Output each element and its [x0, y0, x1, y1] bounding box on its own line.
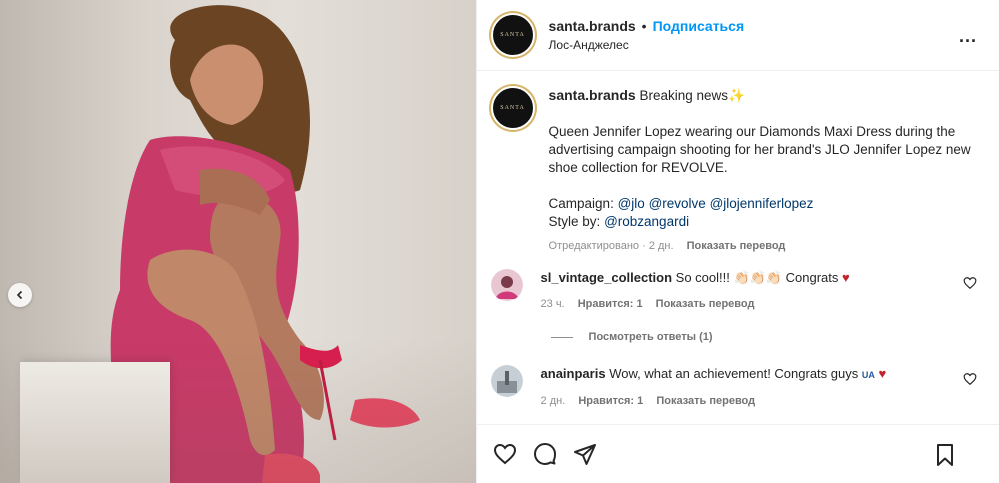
post-side-panel: SANTA santa.brands • Подписаться Лос-Андже…	[475, 0, 999, 483]
heart-emoji-icon: ♥	[878, 366, 887, 381]
comment-meta: 23 ч. Нравится: 1 Показать перевод	[541, 295, 931, 313]
caption-text: Queen Jennifer Lopez wearing our Diamond…	[548, 124, 971, 175]
caption-avatar-logo-text: SANTA	[500, 105, 525, 111]
comment-likes[interactable]: Нравится: 1	[578, 395, 643, 407]
comment-text: So cool!!! 👏🏻👏🏻👏🏻 Congrats	[675, 270, 839, 285]
comment-time: 2 дн.	[540, 395, 566, 407]
post-header: SANTA santa.brands • Подписаться Лос-Андже…	[476, 0, 999, 71]
ua-flag-icon: UA	[861, 370, 875, 380]
comment-translate-button[interactable]: Показать перевод	[656, 298, 755, 310]
heart-icon[interactable]	[493, 442, 517, 466]
replies-divider	[550, 336, 573, 338]
comment-time: 23 ч.	[540, 298, 565, 310]
caption-translate-button[interactable]: Показать перевод	[687, 240, 786, 252]
comment-icon[interactable]	[533, 442, 557, 466]
comment-item: anainparis Wow, what an achievement! Con…	[477, 365, 999, 410]
like-comment-heart-icon[interactable]	[963, 372, 977, 386]
share-icon[interactable]	[573, 442, 597, 466]
comment-username[interactable]: anainparis	[541, 366, 606, 381]
instagram-post: SANTA santa.brands • Подписаться Лос-Андже…	[0, 0, 999, 483]
mention-revolve[interactable]: @revolve	[649, 196, 706, 211]
comment-likes[interactable]: Нравится: 1	[578, 298, 643, 310]
mention-jlo[interactable]: @jlo	[618, 196, 645, 211]
comment-meta: 2 дн. Нравится: 1 Показать перевод	[541, 392, 931, 410]
more-options-button[interactable]: ...	[959, 26, 977, 47]
caption-username[interactable]: santa.brands	[549, 87, 636, 103]
post-photo[interactable]	[0, 0, 476, 483]
follow-button[interactable]: Подписаться	[653, 18, 745, 34]
caption-body: santa.brands Breaking news✨ Queen Jennif…	[549, 86, 979, 255]
comment-translate-button[interactable]: Показать перевод	[656, 395, 755, 407]
caption-avatar[interactable]: SANTA	[490, 86, 535, 130]
comment-item: sl_vintage_collection So cool!!! 👏🏻👏🏻👏🏻 …	[477, 269, 999, 313]
caption-headline: Breaking news	[639, 88, 728, 103]
brand-avatar[interactable]: SANTA	[490, 13, 535, 57]
heart-emoji-icon: ♥	[842, 270, 850, 285]
comment-body: anainparis Wow, what an achievement! Con…	[541, 365, 931, 410]
previous-photo-button[interactable]	[8, 283, 32, 307]
avatar-logo-text: SANTA	[500, 32, 525, 38]
like-comment-heart-icon[interactable]	[963, 276, 977, 290]
location-link[interactable]: Лос-Анджелес	[549, 36, 745, 54]
header-separator: •	[641, 17, 647, 34]
style-label: Style by:	[548, 214, 601, 229]
photo-shading	[0, 0, 476, 483]
header-username[interactable]: santa.brands	[549, 18, 636, 34]
view-replies-label: Посмотреть ответы (1)	[588, 331, 713, 343]
chevron-left-icon	[16, 290, 23, 300]
caption-meta: Отредактировано · 2 дн. Показать перевод	[549, 237, 979, 255]
comment-text: Wow, what an achievement! Congrats guys	[609, 366, 859, 381]
campaign-label: Campaign:	[548, 196, 614, 211]
mention-jlojenniferlopez[interactable]: @jlojenniferlopez	[710, 196, 814, 211]
comments-section[interactable]: SANTA santa.brands Breaking news✨ Queen …	[477, 72, 999, 425]
sparkles-icon: ✨	[728, 88, 745, 103]
comment-body: sl_vintage_collection So cool!!! 👏🏻👏🏻👏🏻 …	[541, 269, 931, 313]
commenter-avatar[interactable]	[490, 365, 523, 397]
bookmark-icon[interactable]	[933, 443, 957, 467]
post-caption: SANTA santa.brands Breaking news✨ Queen …	[477, 72, 999, 255]
mention-robzangardi[interactable]: @robzangardi	[604, 214, 689, 229]
commenter-avatar[interactable]	[490, 269, 523, 301]
comment-username[interactable]: sl_vintage_collection	[541, 270, 673, 285]
view-replies-button[interactable]: Посмотреть ответы (1)	[477, 331, 999, 343]
header-text: santa.brands • Подписаться Лос-Анджелес	[549, 17, 745, 54]
caption-edited-time: Отредактировано · 2 дн.	[548, 240, 674, 252]
post-actions-bar	[476, 424, 999, 483]
